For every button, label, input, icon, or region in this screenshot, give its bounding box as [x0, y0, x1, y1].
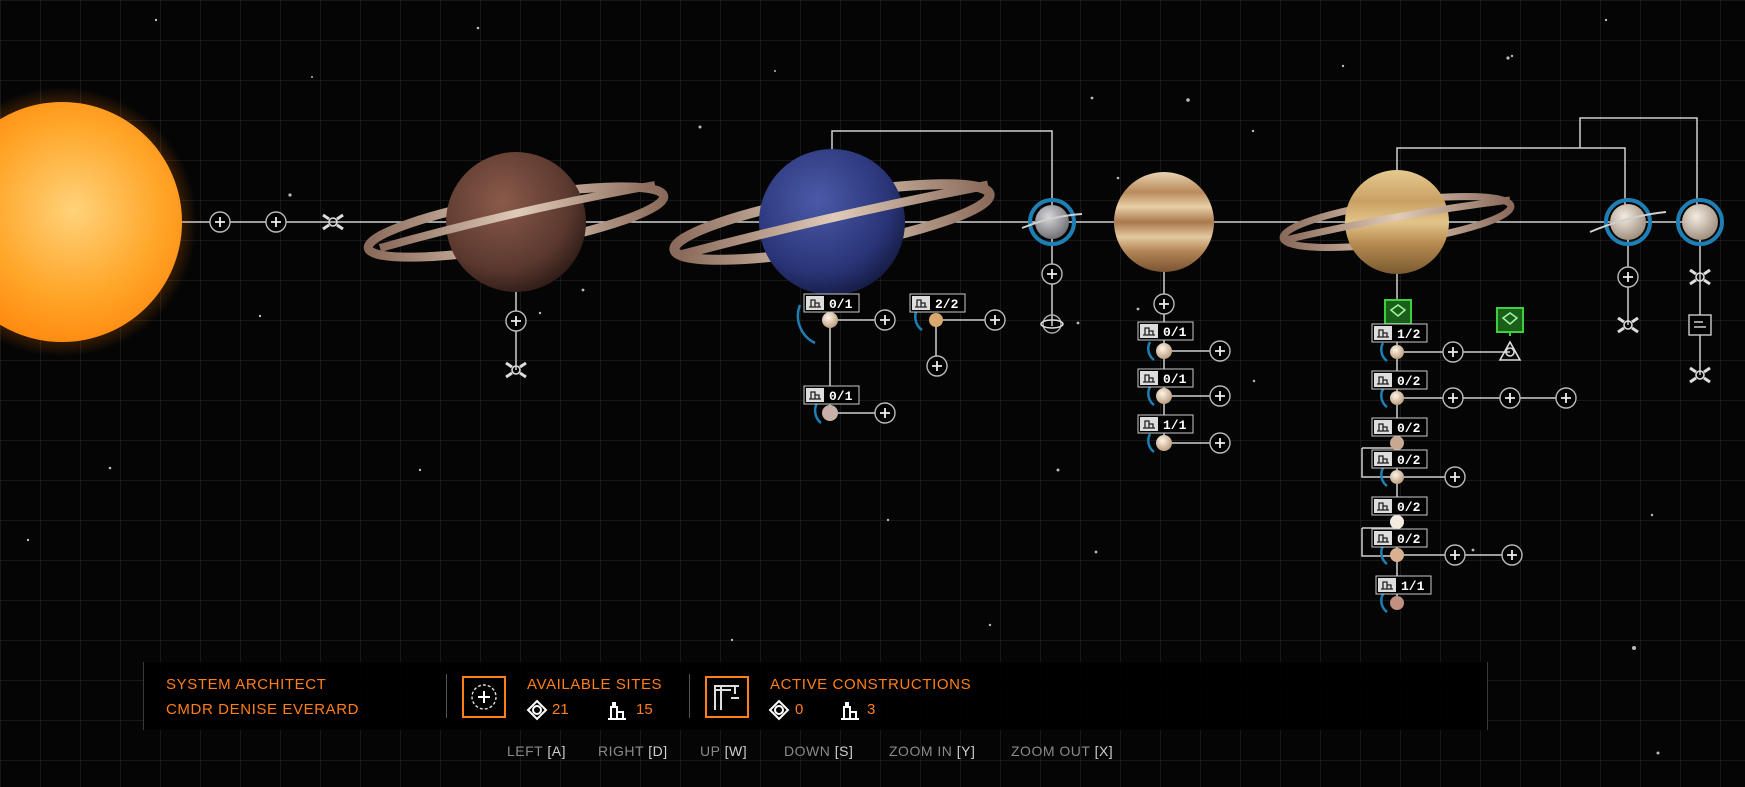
- site-badge[interactable]: 0/2: [1371, 370, 1428, 390]
- site-badge[interactable]: 2/2: [909, 293, 966, 313]
- orbital-icon: [526, 699, 548, 726]
- planet-gas-giant[interactable]: [1114, 172, 1214, 272]
- svg-text:0/2: 0/2: [1397, 500, 1421, 515]
- moon[interactable]: [822, 312, 838, 328]
- system-architect-panel: SYSTEM ARCHITECT CMDR DENISE EVERARD AVA…: [143, 662, 1488, 730]
- moon[interactable]: [1390, 391, 1404, 405]
- site-badge[interactable]: 1/1: [1375, 575, 1432, 595]
- add-site-icon[interactable]: [1444, 544, 1466, 566]
- add-site-icon[interactable]: [1617, 266, 1639, 288]
- site-badge[interactable]: 0/1: [803, 293, 860, 313]
- commander-name: CMDR DENISE EVERARD: [166, 701, 360, 718]
- available-surface-count: 15: [636, 701, 653, 718]
- add-site-icon[interactable]: [1209, 432, 1231, 454]
- add-site-icon[interactable]: [462, 676, 506, 718]
- surface-icon: [839, 699, 861, 726]
- svg-text:0/1: 0/1: [1163, 372, 1187, 387]
- add-site-icon[interactable]: [1153, 293, 1175, 315]
- moon[interactable]: [1156, 343, 1172, 359]
- add-site-icon[interactable]: [265, 211, 287, 233]
- add-site-icon[interactable]: [505, 310, 527, 332]
- svg-text:2/2: 2/2: [935, 297, 959, 312]
- svg-text:0/2: 0/2: [1397, 453, 1421, 468]
- hint-up[interactable]: UP [W]: [700, 743, 747, 759]
- facility-icon[interactable]: [1496, 307, 1524, 336]
- hint-zoom-in[interactable]: ZOOM IN [Y]: [889, 743, 975, 759]
- site-badge[interactable]: 1/1: [1137, 414, 1194, 434]
- site-badge[interactable]: 0/1: [803, 385, 860, 405]
- svg-text:0/2: 0/2: [1397, 374, 1421, 389]
- panel-title: SYSTEM ARCHITECT: [166, 676, 327, 693]
- settlement-icon[interactable]: [1688, 314, 1712, 336]
- planet-white[interactable]: [1676, 198, 1724, 246]
- moon[interactable]: [1390, 548, 1404, 562]
- svg-text:1/2: 1/2: [1397, 327, 1421, 342]
- add-site-icon[interactable]: [926, 355, 948, 377]
- site-badge[interactable]: 0/2: [1371, 449, 1428, 469]
- add-site-icon[interactable]: [1209, 340, 1231, 362]
- moon[interactable]: [1390, 470, 1404, 484]
- hint-right[interactable]: RIGHT [D]: [598, 743, 668, 759]
- moon[interactable]: [1390, 515, 1404, 529]
- active-orbital-count: 0: [795, 701, 804, 718]
- hint-down[interactable]: DOWN [S]: [784, 743, 853, 759]
- svg-text:0/1: 0/1: [1163, 325, 1187, 340]
- moon[interactable]: [1156, 388, 1172, 404]
- site-badge[interactable]: 0/1: [1137, 321, 1194, 341]
- add-site-icon[interactable]: [874, 309, 896, 331]
- moon[interactable]: [1390, 436, 1404, 450]
- moon[interactable]: [822, 405, 838, 421]
- site-badge[interactable]: 0/2: [1371, 496, 1428, 516]
- active-surface-count: 3: [867, 701, 876, 718]
- add-site-icon[interactable]: [1444, 466, 1466, 488]
- moon[interactable]: [929, 313, 943, 327]
- site-badge[interactable]: 0/2: [1371, 417, 1428, 437]
- add-site-icon[interactable]: [209, 211, 231, 233]
- add-site-icon[interactable]: [1209, 385, 1231, 407]
- moon[interactable]: [1156, 435, 1172, 451]
- add-site-icon[interactable]: [1442, 341, 1464, 363]
- site-badge[interactable]: 0/2: [1371, 528, 1428, 548]
- available-orbital-count: 21: [552, 701, 569, 718]
- orbital-icon: [768, 699, 790, 726]
- moon[interactable]: [1390, 345, 1404, 359]
- add-site-icon[interactable]: [1442, 387, 1464, 409]
- active-constructions-label: ACTIVE CONSTRUCTIONS: [770, 676, 972, 693]
- svg-text:1/1: 1/1: [1401, 579, 1425, 594]
- hint-left[interactable]: LEFT [A]: [507, 743, 566, 759]
- available-sites-label: AVAILABLE SITES: [527, 676, 663, 693]
- add-site-icon[interactable]: [1501, 544, 1523, 566]
- add-site-icon[interactable]: [874, 402, 896, 424]
- moon[interactable]: [1390, 596, 1404, 610]
- add-site-icon[interactable]: [1555, 387, 1577, 409]
- surface-icon: [606, 699, 628, 726]
- svg-text:0/2: 0/2: [1397, 532, 1421, 547]
- svg-text:0/1: 0/1: [829, 297, 853, 312]
- add-site-icon[interactable]: [1041, 263, 1063, 285]
- add-site-icon[interactable]: [984, 309, 1006, 331]
- site-badge[interactable]: 1/2: [1371, 323, 1428, 343]
- svg-text:0/1: 0/1: [829, 389, 853, 404]
- site-badge[interactable]: 0/1: [1137, 368, 1194, 388]
- hint-zoom-out[interactable]: ZOOM OUT [X]: [1011, 743, 1113, 759]
- add-site-icon[interactable]: [1499, 387, 1521, 409]
- svg-text:1/1: 1/1: [1163, 418, 1187, 433]
- svg-text:0/2: 0/2: [1397, 421, 1421, 436]
- construction-crane-icon[interactable]: [705, 676, 749, 718]
